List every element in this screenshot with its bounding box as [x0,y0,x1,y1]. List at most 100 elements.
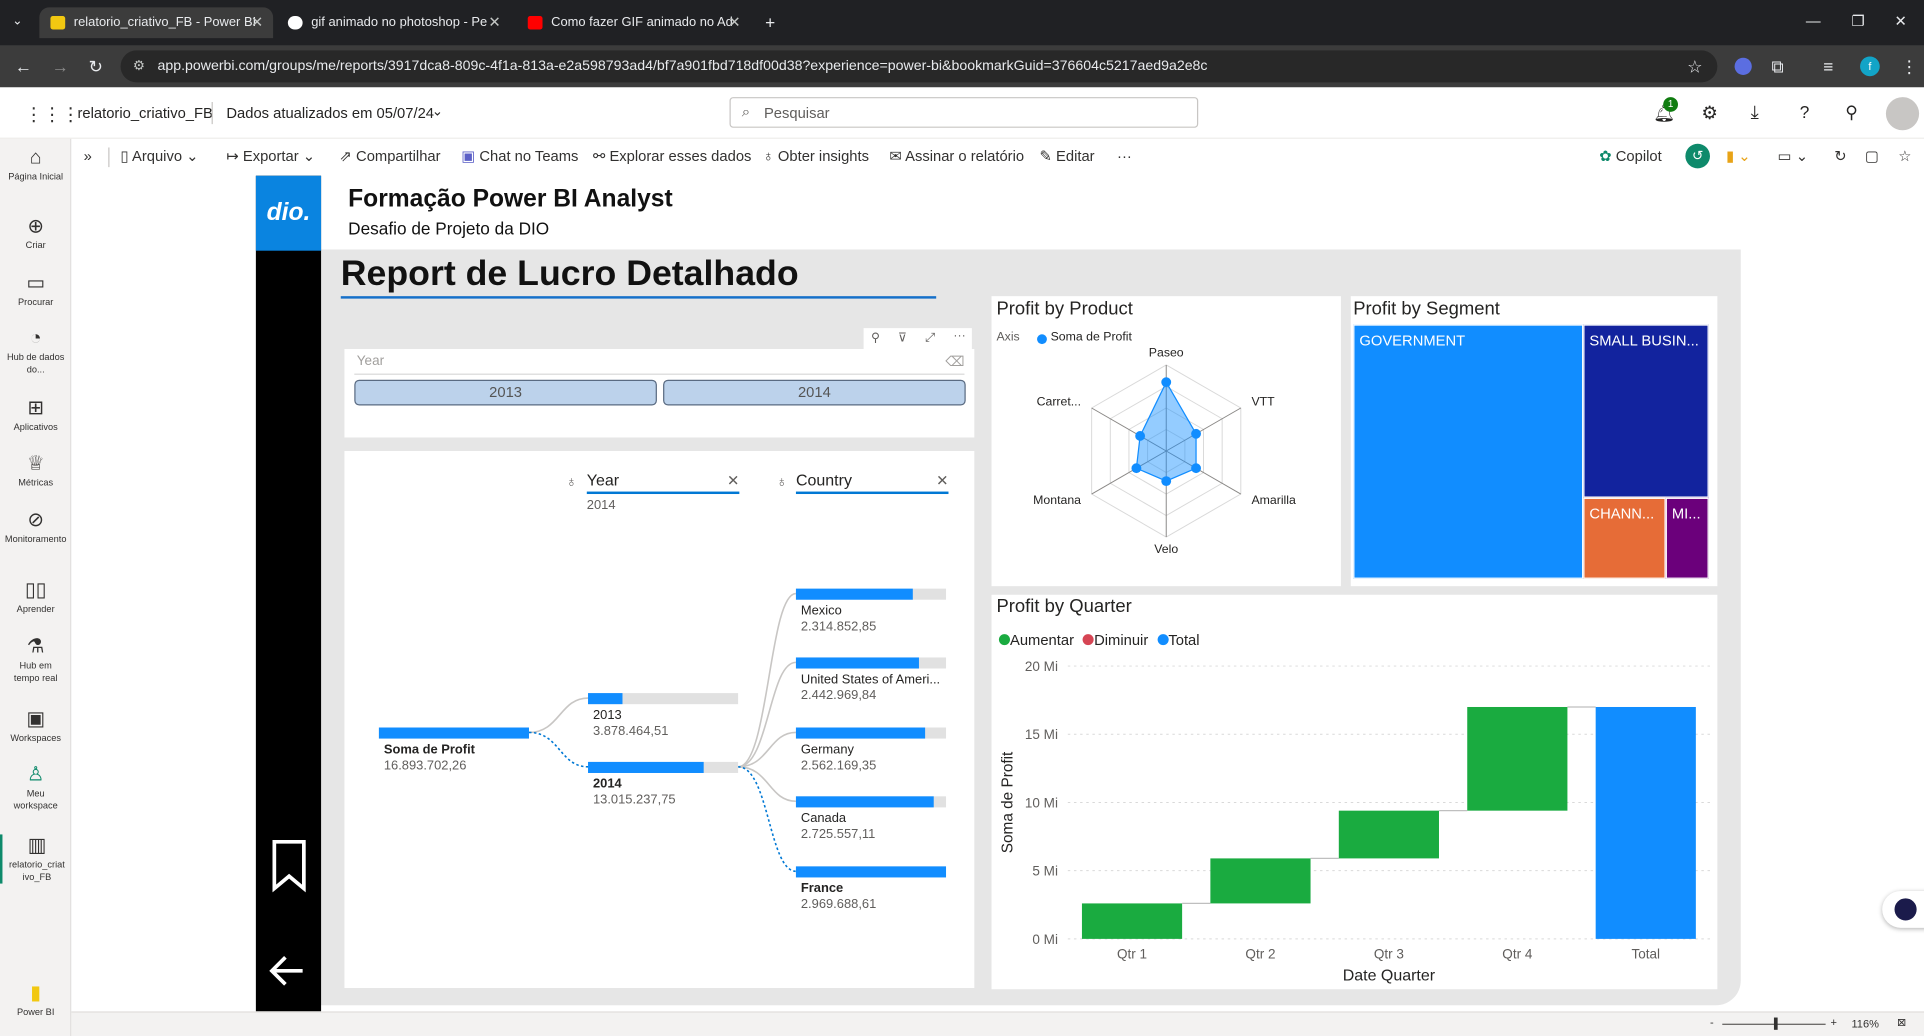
decomp-connector [737,592,797,768]
extensions-puzzle-icon[interactable]: ⧉ [1771,57,1783,78]
reload-icon[interactable]: ↻ [89,57,103,78]
year-level-header[interactable]: Year [587,471,619,489]
insights-button[interactable]: ♁ Obter insights [763,147,869,164]
nav-workspaces[interactable]: ▣ Workspaces [0,708,71,745]
user-avatar[interactable] [1885,97,1920,131]
reading-list-icon[interactable]: ≡ [1823,57,1833,77]
folder-icon: ▭ [26,272,45,294]
nav-learn[interactable]: ▯▯ Aprender [0,579,71,616]
filter-icon[interactable]: ⊽ [898,332,907,346]
close-tab-icon[interactable]: ✕ [251,7,263,38]
nav-realtime[interactable]: ⚗ Hub em tempo real [0,635,71,684]
slicer-option-2013[interactable]: 2013 [354,379,657,406]
report-name[interactable]: relatorio_criativo_FB [78,104,213,121]
nav-current-report[interactable]: ▥ relatorio_criativo_FB [0,834,71,884]
treemap-small-business[interactable]: SMALL BUSIN... [1583,324,1709,498]
nav-my-workspace[interactable]: ♙ Meu workspace [0,763,71,812]
assinar-button[interactable]: ✉ Assinar o relatório [889,147,1024,164]
bookmark-star-icon[interactable]: ☆ [1687,50,1702,82]
refresh-icon[interactable]: ↻ [1834,147,1846,164]
subscribe-icon: ✉ [889,147,902,165]
y-tick-label: 10 Mi [1025,795,1058,810]
address-bar[interactable]: ⚙ app.powerbi.com/groups/me/reports/3917… [120,50,1718,83]
more-options-icon[interactable]: ··· [953,329,965,343]
nav-label: Criar [25,239,46,251]
fit-to-page-icon[interactable]: ⊠ [1897,1016,1906,1030]
zoom-in-icon[interactable]: + [1831,1016,1837,1028]
nav-data-hub[interactable]: ◔ Hub de dados do... [0,327,71,376]
chevron-down-icon[interactable]: ⌄ [432,103,443,119]
nav-metrics[interactable]: ♕ Métricas [0,452,71,489]
view-icon[interactable]: ▭ ⌄ [1778,147,1808,164]
country-level-header[interactable]: Country [796,471,852,489]
eraser-icon[interactable]: ⌫ [945,354,964,370]
home-icon: ⌂ [29,147,42,169]
editar-button[interactable]: ✎ Editar [1040,147,1095,164]
slicer-option-2014[interactable]: 2014 [663,379,966,406]
close-tab-icon[interactable]: ✕ [728,7,740,38]
assistant-button[interactable] [1882,890,1924,928]
copilot-label: Copilot [1615,147,1662,165]
nav-create[interactable]: ⊕ Criar [0,215,71,252]
forward-icon[interactable]: → [52,57,69,77]
nav-label: Página Inicial [8,170,64,182]
extension-icon[interactable] [1734,57,1752,75]
treemap-midmarket[interactable]: MI... [1665,497,1709,579]
nav-apps[interactable]: ⊞ Aplicativos [0,397,71,434]
comment-icon[interactable]: ▢ [1865,147,1879,164]
copilot-button[interactable]: ✿ Copilot [1599,147,1661,164]
favorite-star-icon[interactable]: ☆ [1898,147,1911,164]
zoom-slider-thumb[interactable] [1773,1017,1778,1030]
node-label: France [800,881,844,896]
reset-icon[interactable]: ↺ [1685,143,1710,169]
compartilhar-button[interactable]: ⇗ Compartilhar [340,147,441,164]
tab-search-icon[interactable]: ⌄ [12,15,22,29]
pin-icon[interactable]: ⚲ [871,332,880,346]
chat-teams-button[interactable]: ▣ Chat no Teams [461,147,578,164]
nav-browse[interactable]: ▭ Procurar [0,272,71,309]
nav-home[interactable]: ⌂ Página Inicial [0,146,71,183]
treemap-government[interactable]: GOVERNMENT [1353,324,1584,579]
share-feedback-icon[interactable]: ⚲ [1845,102,1858,123]
radar-axis-label: Paseo [1149,345,1184,359]
treemap-channel[interactable]: CHANN... [1583,497,1666,579]
new-tab-icon[interactable]: + [765,12,775,32]
tab-google[interactable]: gif animado no photoshop - Pe ✕ [277,7,511,38]
close-icon[interactable]: ✕ [727,472,739,489]
more-options-icon[interactable]: ··· [1117,147,1132,164]
close-tab-icon[interactable]: ✕ [488,7,500,38]
radar-axis-label: Velo [1154,542,1178,556]
node-label: Germany [800,742,854,758]
tab-powerbi[interactable]: relatorio_criativo_FB - Power BI ✕ [39,7,274,39]
app-launcher-icon[interactable]: ⋮⋮⋮ [25,103,80,125]
expand-pane-icon[interactable]: » [84,147,92,164]
download-icon[interactable]: ⤓ [1751,102,1759,123]
arquivo-menu[interactable]: ▯ Arquivo ⌄ [121,147,199,164]
settings-gear-icon[interactable]: ⚙ [1701,102,1718,124]
divider [211,101,213,125]
restore-icon[interactable]: ❐ [1851,12,1864,29]
back-icon[interactable]: ← [15,57,32,77]
google-favicon-icon [287,15,303,30]
profile-avatar[interactable]: f [1860,56,1880,77]
bookmark-nav-icon[interactable] [272,839,309,893]
bookmark-icon[interactable]: ▮ ⌄ [1726,147,1751,164]
close-icon[interactable]: ✕ [936,472,948,489]
waterfall-bar [1081,903,1183,939]
minimize-icon[interactable]: — [1806,12,1821,29]
focus-mode-icon[interactable]: ⤢ [925,332,935,346]
exportar-menu[interactable]: ↦ Exportar ⌄ [226,147,315,164]
back-arrow-icon[interactable] [266,952,308,989]
bar-fill [795,588,914,600]
zoom-out-icon[interactable]: - [1710,1016,1714,1028]
explorar-button[interactable]: ⚯ Explorar esses dados [593,147,751,164]
nav-powerbi[interactable]: ▮ Power BI [0,982,71,1019]
close-window-icon[interactable]: ✕ [1895,12,1907,29]
help-icon[interactable]: ? [1800,102,1810,122]
nav-monitoring[interactable]: ⊘ Monitoramento [0,509,71,546]
browser-menu-icon[interactable]: ⋮ [1901,57,1918,78]
search-input[interactable]: ⌕ Pesquisar [729,97,1199,128]
tab-youtube[interactable]: Como fazer GIF animado no Ad ✕ [517,7,751,38]
site-info-icon[interactable]: ⚙ [133,50,145,82]
data-updated-label[interactable]: Dados atualizados em 05/07/24 [226,104,434,121]
